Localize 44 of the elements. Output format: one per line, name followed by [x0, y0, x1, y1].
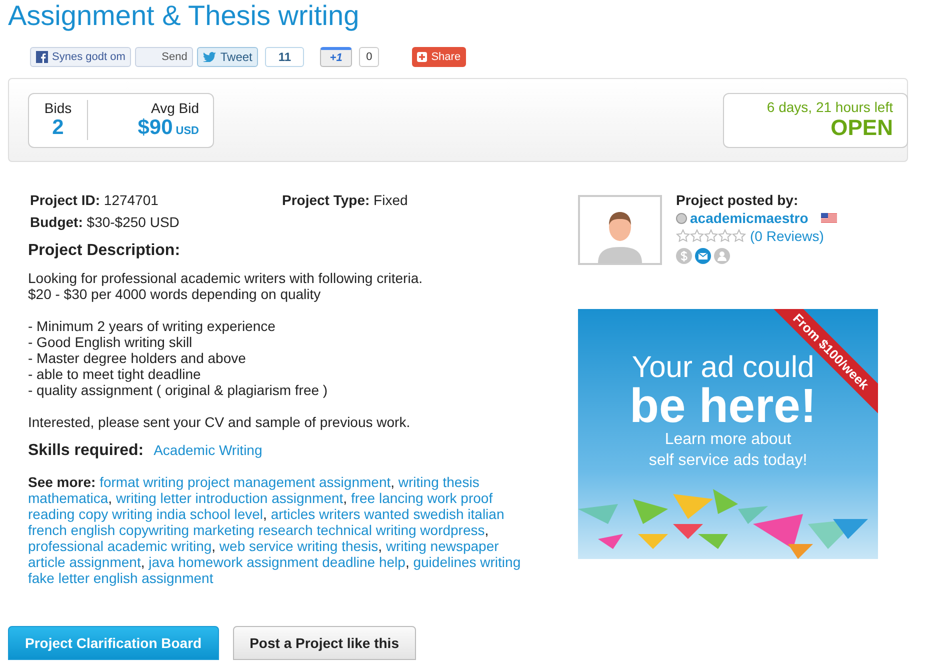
- description-line: - Minimum 2 years of writing experience: [28, 318, 276, 334]
- username-link[interactable]: academicmaestro: [690, 210, 808, 226]
- share-button[interactable]: Share: [412, 47, 466, 67]
- avg-bid-value: $90: [138, 116, 173, 140]
- skills-heading: Skills required:: [28, 442, 144, 460]
- tweet-count: 11: [265, 47, 304, 67]
- ad-subline: Learn more about: [664, 430, 792, 450]
- plus-one-count: 0: [359, 47, 380, 67]
- plus-icon: [417, 52, 428, 62]
- ad-headline: Your ad could: [632, 351, 814, 385]
- avg-bid-label: Avg Bid: [151, 100, 199, 116]
- currency-label: USD: [176, 125, 199, 137]
- status-dot-icon: [676, 212, 687, 224]
- bird-icon: [203, 52, 216, 62]
- project-type: Project Type: Fixed: [282, 192, 409, 208]
- reviews-link[interactable]: (0 Reviews): [750, 228, 824, 244]
- description-line: Interested, please sent your CV and sample of previous work.: [28, 414, 412, 430]
- ad-subline: self service ads today!: [648, 451, 808, 471]
- project-status: OPEN: [830, 115, 893, 141]
- plus-one-button[interactable]: +1: [320, 47, 352, 67]
- like-button[interactable]: Synes godt om: [30, 47, 132, 67]
- skill-link[interactable]: Academic Writing: [154, 442, 262, 458]
- project-id: Project ID: 1274701: [30, 192, 160, 208]
- see-more-text: See more: format writing project management assignment, writing thesis mathematica, writing letter introduction assignment, free lancing work proof reading copy writing india school level, articles writers wanted swedish italian french english copywriting marketing research technical writing wordpress, professional academic writing, web service writing thesis, writing newspaper article assignment, java homework assignment deadline help, guidelines writing fake letter english assignment: [28, 474, 522, 586]
- posted-by-heading: Project posted by:: [676, 192, 800, 208]
- description-line: - quality assignment ( original & plagiarism free ): [28, 382, 329, 398]
- bids-label: Bids: [44, 100, 72, 116]
- time-left: 6 days, 21 hours left: [766, 99, 893, 115]
- facebook-icon: [36, 51, 48, 63]
- description-line: Looking for professional academic writers with following criteria.: [28, 270, 424, 286]
- description-line: - Master degree holders and above: [28, 350, 247, 366]
- send-button[interactable]: Send: [135, 47, 194, 67]
- tab[interactable]: Project Clarification Board: [8, 626, 219, 660]
- description-heading: Project Description:: [28, 242, 182, 260]
- description-line: - Good English writing skill: [28, 334, 194, 350]
- tab[interactable]: Post a Project like this: [232, 626, 416, 660]
- tweet-button[interactable]: Tweet: [197, 47, 258, 67]
- page-title: Assignment & Thesis writing: [8, 0, 360, 32]
- project-budget: Budget: $30-$250 USD: [30, 214, 180, 230]
- bids-count: 2: [52, 116, 64, 140]
- flag-icon: [821, 213, 838, 223]
- ad-headline: be here!: [630, 385, 816, 429]
- description-line: - able to meet tight deadline: [28, 366, 202, 382]
- description-line: $20 - $30 per 4000 words depending on quality: [28, 286, 322, 302]
